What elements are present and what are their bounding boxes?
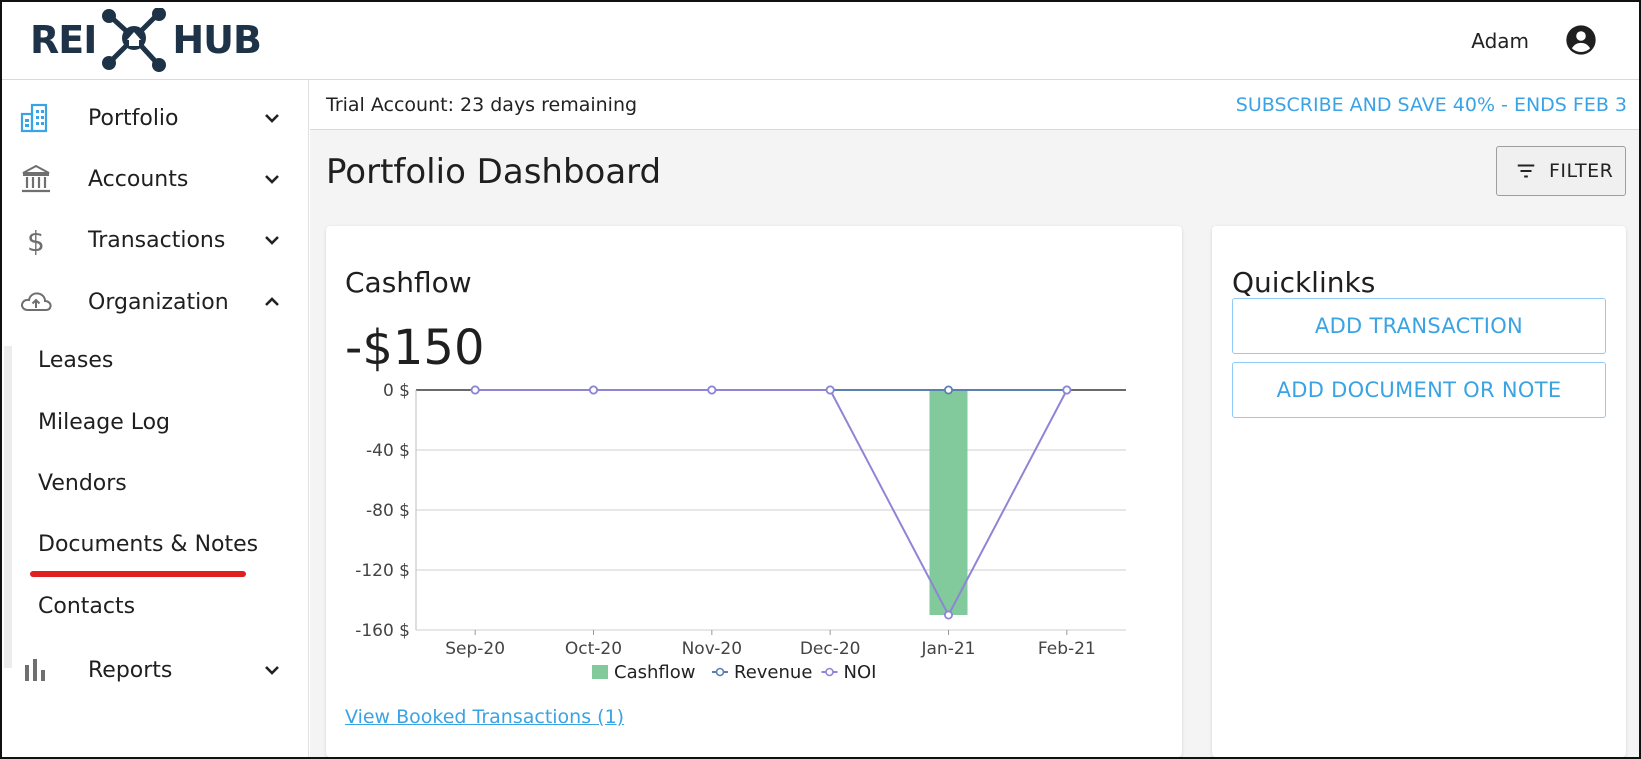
sidebar-subitem-leases[interactable]: Leases xyxy=(38,348,113,373)
legend-swatch-cashflow xyxy=(592,665,608,679)
cashflow-total-value: -$150 xyxy=(345,320,485,376)
y-tick-label: 0 $ xyxy=(383,381,410,401)
noi-point xyxy=(707,385,717,395)
top-header: REI HUB Adam xyxy=(2,2,1639,80)
filter-label: FILTER xyxy=(1549,160,1614,182)
legend-marker-noi xyxy=(825,667,834,677)
subscribe-link[interactable]: SUBSCRIBE AND SAVE 40% - ENDS FEB 3 xyxy=(1236,94,1627,116)
quicklinks-card: Quicklinks ADD TRANSACTION ADD DOCUMENT … xyxy=(1212,226,1626,757)
trial-banner: Trial Account: 23 days remaining SUBSCRI… xyxy=(310,80,1639,130)
cloud-upload-icon xyxy=(21,292,52,311)
x-tick-label: Feb-21 xyxy=(1038,639,1096,659)
sidebar-item-label: Reports xyxy=(88,657,173,683)
revenue-point xyxy=(944,385,954,395)
add-transaction-button[interactable]: ADD TRANSACTION xyxy=(1232,298,1606,354)
y-tick-label: -160 $ xyxy=(355,621,410,641)
sidebar-subitem-mileage-log[interactable]: Mileage Log xyxy=(38,410,170,435)
cashflow-card: Cashflow -$150 0 $ -40 $ -80 $ -120 $ -160 $… xyxy=(326,226,1182,757)
quicklinks-title: Quicklinks xyxy=(1232,266,1376,299)
sidebar-item-organization[interactable]: Organization xyxy=(2,272,309,332)
x-tick-label: Jan-21 xyxy=(921,639,976,659)
organization-submenu-rail xyxy=(4,346,12,668)
y-tick-label: -120 $ xyxy=(355,561,410,581)
bank-icon xyxy=(22,164,50,193)
trial-status-text: Trial Account: 23 days remaining xyxy=(326,94,638,116)
noi-line xyxy=(475,389,1068,618)
y-tick-label: -80 $ xyxy=(366,501,410,521)
filter-icon xyxy=(1517,164,1535,178)
noi-point xyxy=(825,385,835,395)
x-tick-label: Oct-20 xyxy=(565,639,622,659)
x-tick-label: Nov-20 xyxy=(682,639,743,659)
bar-chart-icon xyxy=(25,659,45,681)
sidebar-item-label: Transactions xyxy=(88,227,226,253)
sidebar-subitem-vendors[interactable]: Vendors xyxy=(38,471,127,496)
legend-marker-revenue xyxy=(715,667,725,677)
sidebar-subitem-contacts[interactable]: Contacts xyxy=(38,594,135,619)
sidebar-item-label: Portfolio xyxy=(88,105,179,131)
page-title: Portfolio Dashboard xyxy=(326,152,662,192)
sidebar-item-transactions[interactable]: $ Transactions xyxy=(2,210,309,270)
noi-point xyxy=(1062,385,1072,395)
chevron-down-icon[interactable] xyxy=(260,228,284,252)
add-document-note-button[interactable]: ADD DOCUMENT OR NOTE xyxy=(1232,362,1606,418)
dollar-icon: $ xyxy=(27,225,45,257)
legend-label: Cashflow xyxy=(614,662,695,683)
account-circle-icon[interactable] xyxy=(1565,24,1597,56)
legend-label: NOI xyxy=(844,662,877,683)
cashflow-title: Cashflow xyxy=(345,266,472,299)
chevron-down-icon[interactable] xyxy=(260,106,284,130)
main-content: Trial Account: 23 days remaining SUBSCRI… xyxy=(310,80,1639,757)
noi-point xyxy=(470,385,480,395)
noi-point xyxy=(944,610,954,620)
view-booked-transactions-link[interactable]: View Booked Transactions (1) xyxy=(345,706,624,728)
noi-point xyxy=(588,385,598,395)
sidebar-item-label: Organization xyxy=(88,289,229,315)
user-name[interactable]: Adam xyxy=(1471,29,1529,53)
sidebar-item-accounts[interactable]: Accounts xyxy=(2,149,309,209)
annotation-underline xyxy=(30,571,246,577)
svg-text:$: $ xyxy=(27,225,45,257)
chevron-down-icon[interactable] xyxy=(260,167,284,191)
filter-button[interactable]: FILTER xyxy=(1496,146,1626,196)
logo-text-right: HUB xyxy=(172,18,262,62)
sidebar-item-label: Accounts xyxy=(88,166,189,192)
building-icon xyxy=(20,103,48,133)
legend-label: Revenue xyxy=(734,662,812,683)
sidebar: Portfolio Accounts $ Transactions Organi… xyxy=(2,80,309,757)
sidebar-subitem-documents-notes[interactable]: Documents & Notes xyxy=(38,532,258,557)
logo-text-left: REI xyxy=(30,18,97,62)
cashflow-chart: 0 $ -40 $ -80 $ -120 $ -160 $ Sep-20 Oct-20 Nov… xyxy=(355,381,1126,683)
cashflow-bar xyxy=(929,390,968,615)
chevron-up-icon[interactable] xyxy=(260,290,284,314)
molecule-house-icon xyxy=(102,8,167,72)
sidebar-item-reports[interactable]: Reports xyxy=(2,640,309,700)
y-tick-label: -40 $ xyxy=(366,441,410,461)
reihub-logo[interactable]: REI HUB xyxy=(30,8,262,72)
x-tick-label: Dec-20 xyxy=(800,639,861,659)
chevron-down-icon[interactable] xyxy=(260,658,284,682)
x-tick-label: Sep-20 xyxy=(445,639,505,659)
sidebar-item-portfolio[interactable]: Portfolio xyxy=(2,88,309,148)
